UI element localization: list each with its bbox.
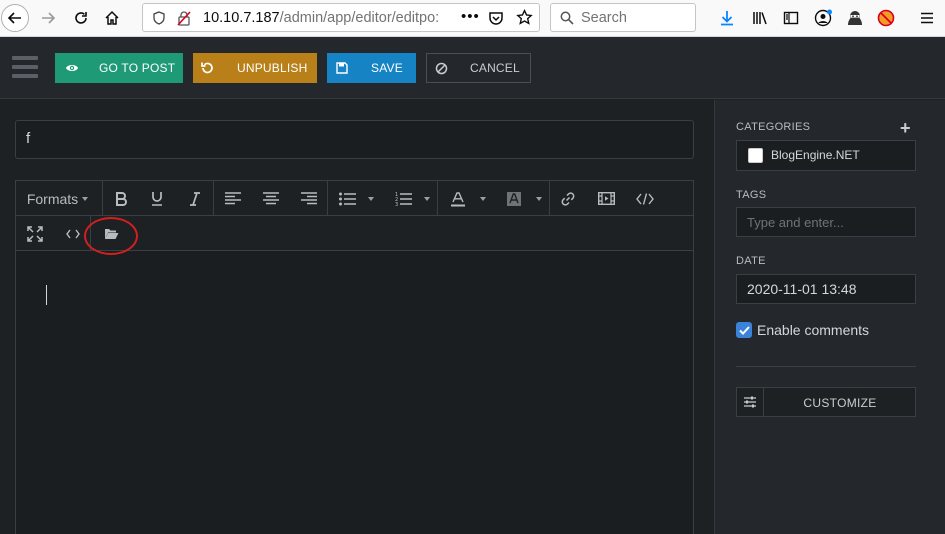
arrow-left-icon bbox=[7, 12, 21, 24]
url-host: 10.10.7.187 bbox=[203, 10, 280, 26]
bold-icon[interactable] bbox=[108, 181, 134, 216]
text-cursor bbox=[46, 285, 47, 305]
link-icon[interactable] bbox=[555, 181, 581, 216]
align-center-icon[interactable] bbox=[258, 181, 284, 216]
pocket-icon[interactable] bbox=[488, 10, 504, 26]
customize-button[interactable]: CUSTOMIZE bbox=[736, 387, 916, 417]
url-text[interactable]: 10.10.7.187/admin/app/editor/editpo: bbox=[203, 10, 451, 26]
categories-label: CATEGORIES bbox=[736, 121, 811, 133]
bookmark-star-icon[interactable] bbox=[516, 9, 533, 26]
insecure-lock-icon[interactable] bbox=[176, 10, 192, 26]
menu-icon[interactable] bbox=[917, 8, 937, 28]
background-color-icon[interactable] bbox=[501, 181, 527, 216]
category-name[interactable]: BlogEngine.NET bbox=[771, 148, 860, 162]
underline-icon[interactable] bbox=[144, 181, 170, 216]
add-category-icon[interactable]: + bbox=[900, 119, 911, 137]
address-bar[interactable]: 10.10.7.187/admin/app/editor/editpo: ••• bbox=[142, 3, 540, 32]
url-path: /admin/app/editor/editpo: bbox=[279, 10, 440, 26]
unpublish-label: UNPUBLISH bbox=[237, 61, 308, 75]
bullet-list-caret-icon[interactable] bbox=[364, 181, 378, 216]
rich-text-editor: Formats 1 2 3 bbox=[15, 180, 694, 534]
media-icon[interactable] bbox=[593, 181, 619, 216]
back-button[interactable] bbox=[1, 4, 29, 32]
reload-button[interactable] bbox=[67, 4, 95, 32]
save-label: SAVE bbox=[371, 61, 403, 75]
cancel-button[interactable]: CANCEL bbox=[426, 53, 531, 83]
numbered-list-icon[interactable]: 123 bbox=[390, 181, 416, 216]
tags-label: TAGS bbox=[736, 189, 767, 201]
floppy-disk-icon bbox=[327, 62, 357, 74]
post-title-input[interactable]: f bbox=[15, 120, 694, 159]
cancel-label: CANCEL bbox=[470, 61, 520, 75]
shield-icon[interactable] bbox=[152, 11, 166, 25]
align-left-icon[interactable] bbox=[220, 181, 246, 216]
admin-topbar: GO TO POST UNPUBLISH SAVE CANCEL bbox=[0, 37, 945, 99]
caret-down-icon bbox=[82, 196, 89, 201]
editor-toolbar-row-2 bbox=[16, 216, 693, 255]
date-input[interactable]: 2020-11-01 13:48 bbox=[736, 274, 916, 304]
search-box[interactable]: Search bbox=[550, 3, 696, 32]
text-color-caret-icon[interactable] bbox=[476, 181, 490, 216]
unpublish-button[interactable]: UNPUBLISH bbox=[193, 53, 317, 83]
bullet-list-icon[interactable] bbox=[334, 181, 360, 216]
home-icon bbox=[105, 10, 119, 25]
category-checkbox[interactable] bbox=[748, 148, 763, 163]
account-icon[interactable] bbox=[813, 8, 833, 28]
extension-blocked-icon[interactable] bbox=[876, 8, 896, 28]
fullscreen-icon[interactable] bbox=[22, 216, 48, 251]
formats-label: Formats bbox=[26, 190, 79, 207]
tags-input[interactable]: Type and enter... bbox=[736, 207, 916, 237]
svg-text:3: 3 bbox=[395, 202, 398, 206]
category-list: BlogEngine.NET bbox=[736, 140, 916, 171]
arrow-right-icon bbox=[42, 12, 56, 24]
eye-icon bbox=[55, 63, 89, 73]
reload-icon bbox=[75, 12, 87, 24]
source-code-icon[interactable] bbox=[60, 216, 86, 251]
numbered-list-caret-icon[interactable] bbox=[420, 181, 434, 216]
checkbox-checked-icon[interactable] bbox=[736, 322, 752, 338]
hamburger-menu-icon[interactable] bbox=[12, 56, 38, 78]
save-button[interactable]: SAVE bbox=[327, 53, 416, 83]
italic-icon[interactable] bbox=[182, 181, 208, 216]
go-to-post-label: GO TO POST bbox=[99, 61, 176, 75]
enable-comments-toggle[interactable]: Enable comments bbox=[736, 321, 869, 339]
code-icon[interactable] bbox=[632, 181, 658, 216]
sidebar-toggle-icon[interactable] bbox=[781, 8, 801, 28]
background-color-caret-icon[interactable] bbox=[532, 181, 546, 216]
customize-label: CUSTOMIZE bbox=[803, 396, 877, 410]
sliders-icon bbox=[737, 388, 764, 416]
formats-dropdown[interactable]: Formats bbox=[20, 181, 95, 216]
enable-comments-label: Enable comments bbox=[757, 322, 870, 338]
browser-toolbar: 10.10.7.187/admin/app/editor/editpo: •••… bbox=[0, 0, 945, 37]
divider bbox=[736, 366, 916, 367]
post-settings-sidebar: CATEGORIES + BlogEngine.NET TAGS Type an… bbox=[714, 100, 945, 534]
search-placeholder: Search bbox=[581, 10, 627, 26]
align-right-icon[interactable] bbox=[296, 181, 322, 216]
page-actions-icon[interactable]: ••• bbox=[461, 8, 480, 25]
annotation-circle bbox=[84, 217, 138, 255]
editor-toolbar-row-1: Formats 1 2 3 bbox=[16, 181, 693, 216]
download-icon[interactable] bbox=[717, 8, 737, 28]
undo-icon bbox=[193, 61, 221, 75]
home-button[interactable] bbox=[98, 4, 126, 32]
extension-hacker-icon[interactable] bbox=[845, 8, 865, 28]
editor-pane: f Formats 1 2 3 bbox=[0, 100, 714, 534]
editor-content-area[interactable] bbox=[16, 252, 693, 534]
date-label: DATE bbox=[736, 255, 766, 267]
text-color-icon[interactable] bbox=[445, 181, 471, 216]
go-to-post-button[interactable]: GO TO POST bbox=[55, 53, 183, 83]
search-icon bbox=[560, 11, 574, 25]
library-icon[interactable] bbox=[750, 8, 770, 28]
ban-icon bbox=[427, 62, 455, 75]
forward-button[interactable] bbox=[34, 4, 62, 32]
